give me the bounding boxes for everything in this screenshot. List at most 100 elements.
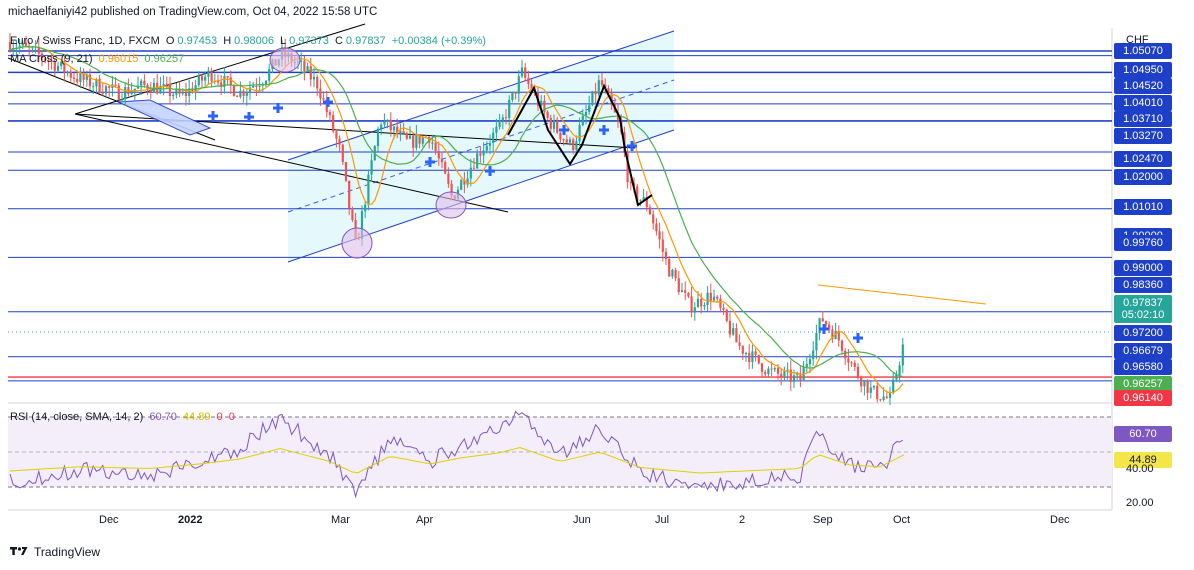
rsi-level-20: 20.00 bbox=[1126, 497, 1154, 509]
candle-body bbox=[725, 309, 728, 321]
candle-body bbox=[549, 117, 552, 129]
candle-body bbox=[658, 231, 661, 240]
candle-body bbox=[149, 89, 152, 93]
candle-body bbox=[268, 68, 271, 81]
candle-body bbox=[207, 70, 210, 77]
candle-body bbox=[754, 351, 757, 355]
candle-body bbox=[901, 344, 904, 366]
candle-body bbox=[437, 150, 440, 159]
price-tag: 0.96580 bbox=[1114, 359, 1172, 375]
candle-body bbox=[888, 393, 892, 398]
candle-body bbox=[488, 143, 492, 146]
ma-fast-value: 0.96015 bbox=[98, 53, 139, 65]
highlight-circle bbox=[269, 47, 301, 73]
chart-canvas[interactable] bbox=[0, 0, 1194, 570]
candle-body bbox=[348, 180, 351, 209]
candle-body bbox=[447, 173, 450, 184]
candle-body bbox=[773, 367, 776, 370]
price-tag: 0.96679 bbox=[1114, 343, 1172, 359]
candle-body bbox=[684, 290, 687, 293]
candle-body bbox=[386, 119, 389, 122]
candle-body bbox=[559, 132, 562, 140]
candle-body bbox=[236, 95, 239, 97]
candle-body bbox=[581, 115, 584, 126]
candle-body bbox=[56, 65, 60, 71]
candle-body bbox=[402, 131, 405, 134]
ma-cross-marker bbox=[273, 103, 283, 113]
candle-body bbox=[143, 80, 146, 86]
close-value: 0.97837 bbox=[345, 35, 386, 47]
candle-body bbox=[690, 296, 693, 313]
candle-body bbox=[376, 128, 380, 147]
candle-body bbox=[703, 305, 706, 307]
candle-body bbox=[696, 298, 700, 308]
candle-body bbox=[421, 136, 424, 144]
candle-body bbox=[210, 70, 213, 82]
rsi-legend[interactable]: RSI (14, close, SMA, 14, 2) 60.70 44.89 … bbox=[10, 411, 238, 423]
candle-body bbox=[405, 133, 408, 139]
candle-body bbox=[783, 370, 786, 377]
time-label-jun: Jun bbox=[573, 514, 591, 526]
candle-body bbox=[312, 76, 316, 80]
candle-body bbox=[629, 182, 632, 184]
candle-body bbox=[546, 111, 549, 118]
candle-body bbox=[824, 321, 828, 325]
candle-body bbox=[200, 75, 204, 81]
candle-body bbox=[738, 342, 741, 346]
candle-body bbox=[79, 73, 82, 82]
candle-body bbox=[130, 91, 133, 95]
candle-body bbox=[508, 99, 511, 118]
candle-body bbox=[776, 367, 780, 374]
candle-body bbox=[876, 385, 879, 400]
candle-body bbox=[648, 207, 652, 215]
candle-body bbox=[226, 76, 229, 78]
candle-body bbox=[741, 345, 744, 354]
tradingview-footer[interactable]: TradingView bbox=[10, 545, 100, 559]
ma-name: MA Cross (9, 21) bbox=[10, 53, 93, 65]
candle-body bbox=[124, 87, 127, 100]
candle-body bbox=[476, 153, 479, 169]
candle-body bbox=[120, 99, 124, 101]
highlight-circle bbox=[341, 227, 373, 259]
time-label-sep: Sep bbox=[813, 514, 833, 526]
ma-legend[interactable]: MA Cross (9, 21) 0.96015 0.96257 bbox=[10, 53, 187, 65]
candle-body bbox=[239, 90, 242, 97]
rsi-name: RSI (14, close, SMA, 14, 2) bbox=[10, 411, 144, 423]
candle-body bbox=[898, 365, 901, 375]
candle-body bbox=[840, 340, 844, 351]
low-value: 0.97373 bbox=[289, 35, 329, 47]
high-value: 0.98006 bbox=[234, 35, 274, 47]
candle-body bbox=[72, 77, 76, 79]
candle-body bbox=[338, 138, 341, 145]
publisher-line: michaelfaniyi42 published on TradingView… bbox=[8, 6, 378, 18]
candle-body bbox=[140, 80, 143, 86]
candle-body bbox=[744, 352, 748, 354]
candle-body bbox=[712, 296, 716, 301]
candle-body bbox=[101, 92, 104, 94]
candle-body bbox=[706, 292, 709, 306]
candle-body bbox=[850, 362, 853, 364]
candle-body bbox=[229, 77, 232, 86]
candle-body bbox=[165, 83, 168, 85]
price-tag: 1.02000 bbox=[1114, 169, 1172, 185]
candle-body bbox=[114, 84, 117, 86]
candle-body bbox=[332, 115, 335, 132]
candle-body bbox=[664, 251, 668, 259]
candle-body bbox=[866, 380, 869, 393]
price-tag: 1.04520 bbox=[1114, 78, 1172, 94]
candle-body bbox=[722, 307, 725, 310]
candle-body bbox=[380, 124, 383, 129]
candle-body bbox=[885, 396, 888, 398]
change-value: +0.00384 (+0.39%) bbox=[391, 35, 486, 47]
price-tag: 1.03710 bbox=[1114, 111, 1172, 127]
candle-body bbox=[748, 352, 751, 363]
candle-body bbox=[482, 150, 485, 156]
candle-body bbox=[69, 72, 72, 78]
candle-body bbox=[322, 98, 325, 100]
price-tag: 1.05070 bbox=[1114, 43, 1172, 59]
candle-body bbox=[232, 85, 236, 96]
candle-body bbox=[821, 318, 824, 322]
symbol-name[interactable]: Euro / Swiss Franc, 1D, FXCM bbox=[10, 35, 160, 47]
candle-body bbox=[344, 161, 348, 181]
ma-fast-line bbox=[9, 45, 904, 394]
